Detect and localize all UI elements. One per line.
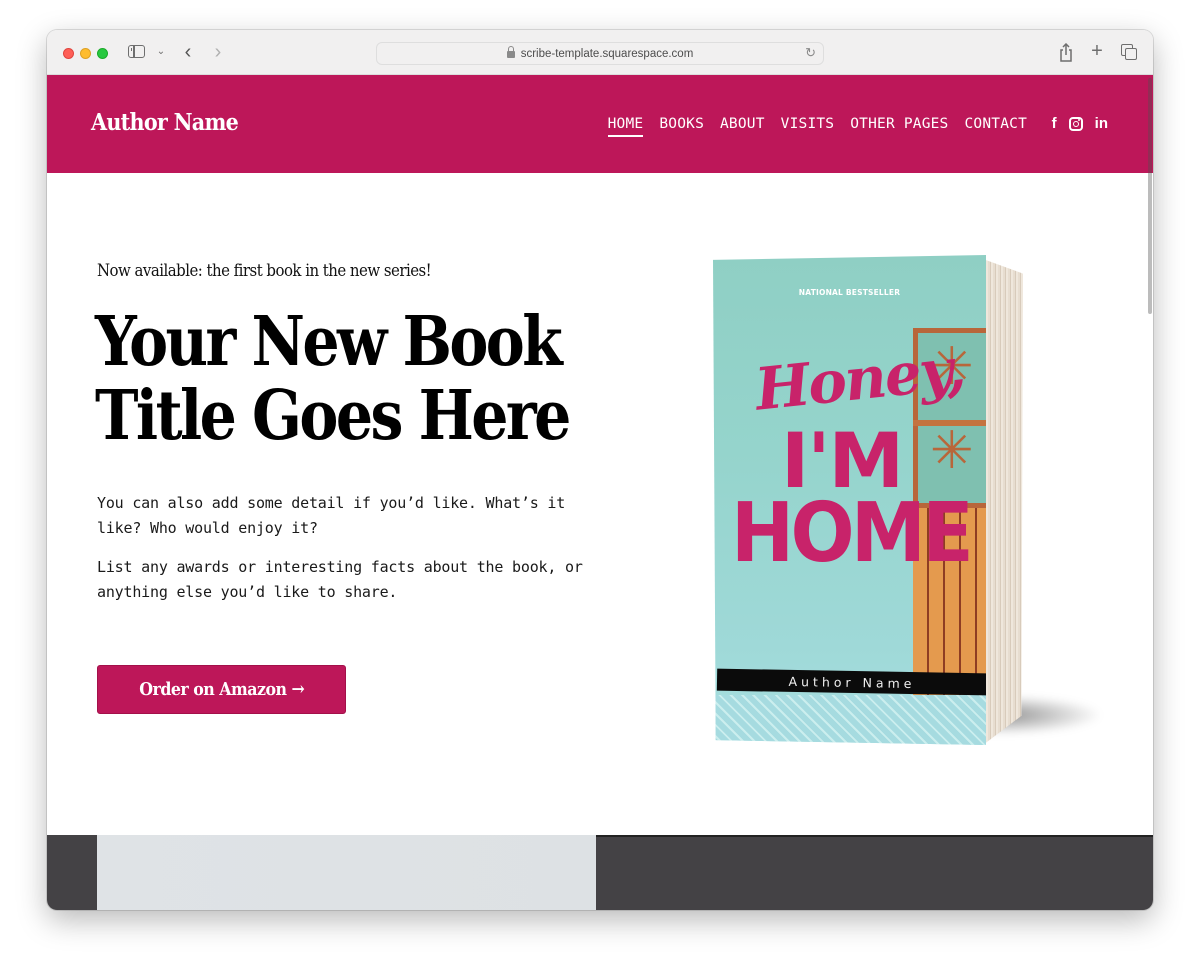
cover-door-rail xyxy=(913,420,986,426)
book-front-cover: NATIONAL BESTSELLER Honey, I'M HOME Auth… xyxy=(713,255,986,745)
browser-window: ⌄ ‹ › scribe-template.squarespace.com ↻ … xyxy=(47,30,1153,910)
back-button[interactable]: ‹ xyxy=(181,40,195,64)
site-header: Author Name HOME BOOKS ABOUT VISITS OTHE… xyxy=(47,75,1153,173)
nav-books[interactable]: BOOKS xyxy=(659,116,704,132)
lock-icon xyxy=(506,46,515,59)
cover-author-name: Author Name xyxy=(716,668,986,696)
page-scrollbar[interactable] xyxy=(1147,75,1153,910)
instagram-icon[interactable] xyxy=(1068,117,1083,131)
section-image xyxy=(97,835,596,910)
maximize-window-button[interactable] xyxy=(97,48,108,59)
book-page-edges xyxy=(983,259,1023,745)
nav-contact[interactable]: CONTACT xyxy=(964,116,1027,132)
hero-description: You can also add some detail if you’d li… xyxy=(97,494,566,537)
order-on-amazon-button[interactable]: Order on Amazon → xyxy=(97,665,346,714)
close-window-button[interactable] xyxy=(63,48,74,59)
nav-about[interactable]: ABOUT xyxy=(720,116,765,132)
nav-other-pages[interactable]: OTHER PAGES xyxy=(850,116,948,132)
nav-home[interactable]: HOME xyxy=(607,116,644,137)
url-text: scribe-template.squarespace.com xyxy=(520,47,694,60)
sidebar-toggle-icon[interactable] xyxy=(128,45,145,58)
cover-bestseller-label: NATIONAL BESTSELLER xyxy=(798,288,901,297)
hero-headline: Your New Book Title Goes Here xyxy=(95,305,577,453)
headline-line-2: Title Goes Here xyxy=(95,376,571,456)
scrollbar-thumb[interactable] xyxy=(1148,78,1152,314)
hero-eyebrow: Now available: the first book in the new… xyxy=(97,261,432,281)
facebook-icon[interactable]: f xyxy=(1052,116,1057,132)
chevron-down-icon[interactable]: ⌄ xyxy=(155,43,167,59)
nav-visits[interactable]: VISITS xyxy=(781,116,835,132)
reload-icon[interactable]: ↻ xyxy=(805,45,816,61)
browser-toolbar: ⌄ ‹ › scribe-template.squarespace.com ↻ … xyxy=(47,30,1153,75)
address-bar[interactable]: scribe-template.squarespace.com ↻ xyxy=(376,42,824,65)
section-divider xyxy=(596,835,1153,837)
next-section xyxy=(47,835,1153,910)
social-links: f in xyxy=(1052,116,1108,132)
order-button-label: Order on Amazon → xyxy=(139,679,304,700)
minimize-window-button[interactable] xyxy=(80,48,91,59)
new-tab-button[interactable]: + xyxy=(1089,40,1105,62)
hero-awards-text: List any awards or interesting facts abo… xyxy=(97,558,583,601)
book-cover-image: NATIONAL BESTSELLER Honey, I'M HOME Auth… xyxy=(713,255,1103,755)
tabs-overview-icon[interactable] xyxy=(1121,44,1137,60)
linkedin-icon[interactable]: in xyxy=(1095,116,1108,132)
share-icon[interactable] xyxy=(1059,42,1073,62)
forward-button[interactable]: › xyxy=(211,40,225,64)
site-title[interactable]: Author Name xyxy=(91,109,239,136)
headline-line-1: Your New Book xyxy=(95,302,563,382)
cover-tiled-floor xyxy=(713,695,986,745)
cover-title-line-2: HOME xyxy=(731,486,974,581)
main-nav: HOME BOOKS ABOUT VISITS OTHER PAGES CONT… xyxy=(592,116,1027,137)
web-page: Author Name HOME BOOKS ABOUT VISITS OTHE… xyxy=(47,75,1153,910)
